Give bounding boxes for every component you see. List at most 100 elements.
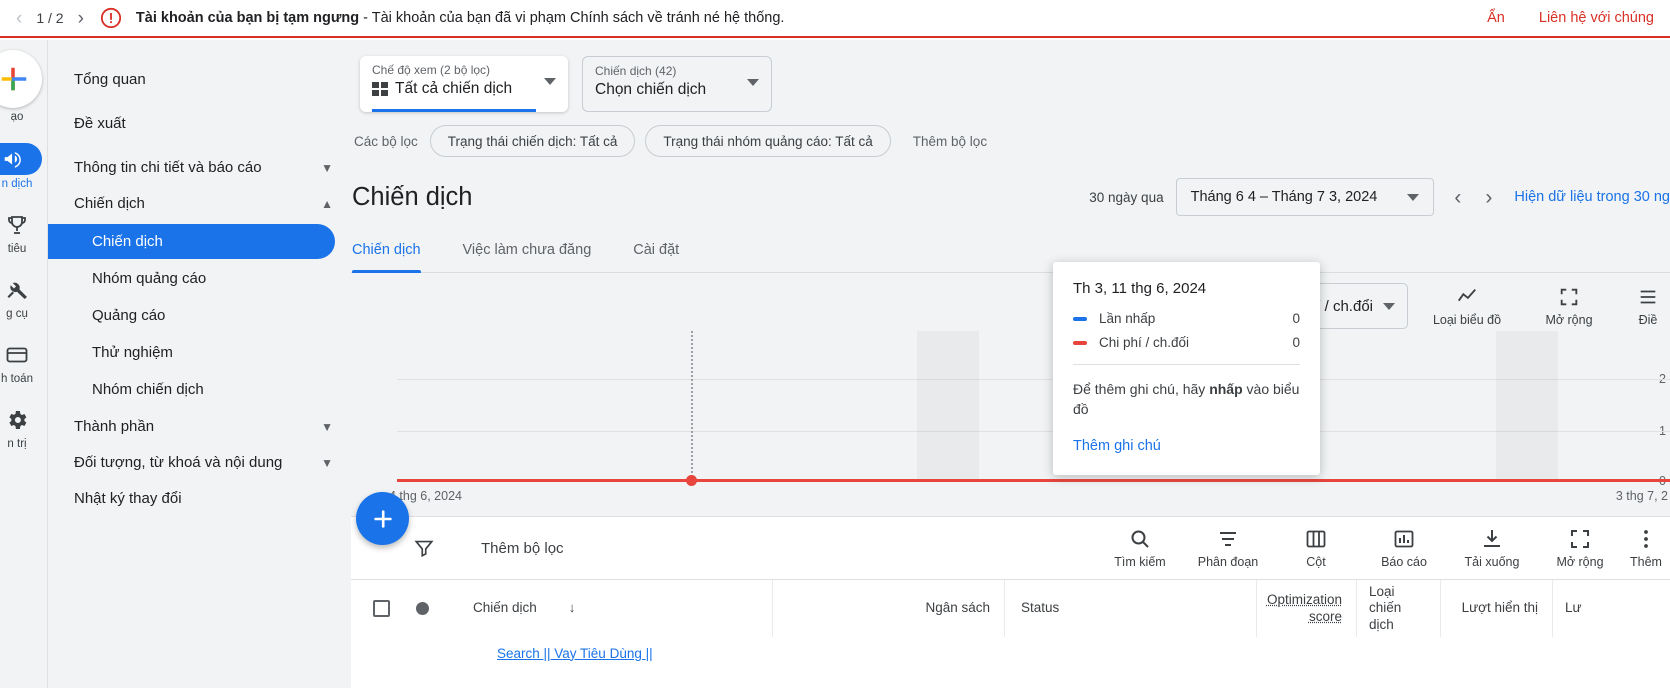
sidebar-item-ad-groups[interactable]: Nhóm quảng cáo [48,261,335,296]
chevron-right-icon[interactable]: › [78,9,84,28]
rail-label-create: ạo [10,111,24,123]
chart-expand-button[interactable]: Mở rộng [1526,286,1612,327]
campaigns-table-panel: Thêm bộ lọc Tìm kiếm Phân đoạn Cột Báo c… [351,516,1670,688]
sidebar-label-insights-reports: Thông tin chi tiết và báo cáo [74,158,262,176]
date-range-selector[interactable]: Tháng 6 4 – Tháng 7 3, 2024 [1175,178,1435,216]
th-campaign[interactable]: Chiến dịch ↓ [351,580,773,637]
chart-type-label: Loại biểu đồ [1432,312,1502,327]
rail-item-create[interactable]: ạo [0,50,47,123]
grid-icon [372,82,388,96]
campaign-selector[interactable]: Chiến dịch (42) Chọn chiến dịch [582,56,772,112]
chevron-down-icon: ▼ [321,455,333,470]
th-extra[interactable]: Lư [1553,580,1613,637]
th-impressions[interactable]: Lượt hiển thị [1441,580,1553,637]
sidebar-item-experiments[interactable]: Thử nghiệm [48,335,335,370]
google-plus-create-icon [0,50,42,108]
campaign-selector-value: Chọn chiến dịch [595,81,707,98]
sidebar-item-campaigns[interactable]: Chiến dịch [48,224,335,259]
rail-item-admin[interactable]: n trị [0,405,47,450]
campaigns-icon [0,143,42,175]
rail-item-goals[interactable]: tiêu [0,210,47,255]
table-tool-columns-label: Cột [1306,555,1326,569]
table-tool-columns[interactable]: Cột [1272,527,1360,569]
chart-hover-point[interactable] [686,475,697,486]
table-tool-more[interactable]: Thêm [1624,527,1668,569]
chevron-left-icon[interactable]: ‹ [16,9,22,28]
select-all-checkbox[interactable] [373,600,390,617]
sidebar-label-ad-groups: Nhóm quảng cáo [92,270,207,287]
th-budget[interactable]: Ngân sách [773,580,1005,637]
tooltip-hint-b: nhấp [1209,381,1243,397]
range-note: 30 ngày qua [1089,189,1164,205]
rail-label-billing: h toán [1,373,33,385]
sidebar-item-assets[interactable]: Thành phần ▼ [48,409,351,445]
sidebar-item-ads[interactable]: Quảng cáo [48,298,335,333]
tab-unposted-jobs[interactable]: Việc làm chưa đăng [463,232,608,272]
sidebar-item-change-history[interactable]: Nhật ký thay đổi [48,481,351,517]
th-impressions-label: Lượt hiển thị [1461,600,1538,616]
chart-type-button[interactable]: Loại biểu đồ [1424,286,1510,327]
sidebar-label-assets: Thành phần [74,417,155,435]
table-row[interactable]: Search || Vay Tiêu Dùng || [351,637,1670,669]
chip-adgroup-status[interactable]: Trạng thái nhóm quảng cáo: Tất cả [645,125,891,157]
table-tool-expand[interactable]: Mở rộng [1536,527,1624,569]
banner-contact-link[interactable]: Liên hệ với chúng [1539,10,1654,26]
show-data-link[interactable]: Hiện dữ liệu trong 30 ng [1514,189,1670,205]
date-range-value: Tháng 6 4 – Tháng 7 3, 2024 [1190,189,1378,205]
sidebar-item-campaign-groups[interactable]: Nhóm chiến dịch [48,372,335,407]
page-header: Chiến dịch 30 ngày qua Tháng 6 4 – Tháng… [351,178,1670,216]
table-cell-campaign-name[interactable]: Search || Vay Tiêu Dùng || [497,646,653,661]
view-selector[interactable]: Chế độ xem (2 bộ lọc) Tất cả chiến dịch [360,56,568,112]
tab-campaigns-label: Chiến dịch [352,242,421,258]
table-tool-report[interactable]: Báo cáo [1360,527,1448,569]
tooltip-add-note-link[interactable]: Thêm ghi chú [1073,438,1161,454]
banner-actions: Ẩn Liên hệ với chúng [1487,10,1654,26]
th-optimization-score[interactable]: Optimization score [1257,580,1357,637]
table-tool-download[interactable]: Tải xuống [1448,527,1536,569]
weekend-band-1 [917,331,979,481]
chart-adjust-button[interactable]: Điề [1628,286,1668,327]
x-axis-end-label: 3 thg 7, 2 [1615,489,1668,503]
tab-campaigns[interactable]: Chiến dịch [352,232,437,273]
table-toolbar: Thêm bộ lọc Tìm kiếm Phân đoạn Cột Báo c… [351,517,1670,579]
funnel-icon[interactable] [413,537,435,559]
left-icon-rail: ạo n dịch tiêu g cụ h toán n trị [0,40,48,688]
tooltip-label-clicks: Lần nhấp [1099,311,1156,326]
rail-item-tools[interactable]: g cụ [0,275,47,320]
th-campaign-type[interactable]: Loại chiến dịch [1357,580,1441,637]
chip-campaign-status[interactable]: Trạng thái chiến dịch: Tất cả [429,125,636,157]
th-optimization-score-label: Optimization score [1266,592,1342,624]
sidebar-item-campaigns-group[interactable]: Chiến dịch ▲ [48,186,351,222]
table-add-filter[interactable]: Thêm bộ lọc [481,540,564,557]
create-campaign-fab[interactable] [356,492,409,545]
chart-tooltip: Th 3, 11 thg 6, 2024 Lần nhấp 0 Chi phí … [1053,262,1320,475]
sidebar-item-overview[interactable]: Tổng quan [48,62,351,98]
table-tool-segment[interactable]: Phân đoạn [1184,527,1272,569]
tab-settings[interactable]: Cài đặt [633,232,695,272]
add-filter-link[interactable]: Thêm bộ lọc [913,134,987,149]
plus-icon [373,509,392,528]
view-selector-value-wrap: Tất cả chiến dịch [372,80,556,98]
date-prev-button[interactable]: ‹ [1454,187,1461,208]
th-status[interactable]: Status [1005,580,1257,637]
sidebar-item-insights-reports[interactable]: Thông tin chi tiết và báo cáo ▼ [48,150,351,186]
rail-item-billing[interactable]: h toán [0,340,47,385]
gridline-2 [397,379,1670,380]
table-tool-search[interactable]: Tìm kiếm [1096,527,1184,569]
rail-label-goals: tiêu [7,243,27,255]
tooltip-date: Th 3, 11 thg 6, 2024 [1073,280,1207,297]
th-campaign-label: Chiến dịch [473,600,537,616]
date-next-button[interactable]: › [1485,187,1492,208]
sidebar-item-audiences-keywords[interactable]: Đối tượng, từ khoá và nội dung ▼ [48,445,351,481]
main-content: Chế độ xem (2 bộ lọc) Tất cả chiến dịch … [351,40,1670,688]
table-tool-more-label: Thêm [1630,555,1662,569]
date-step-controls: ‹ › [1454,187,1492,208]
sidebar-label-overview: Tổng quan [74,70,146,88]
table-header-row: Chiến dịch ↓ Ngân sách Status Optimizati… [351,579,1670,637]
sidebar-item-recommendations[interactable]: Đề xuất [48,106,351,142]
rail-item-campaigns[interactable]: n dịch [0,143,47,190]
banner-pagination: ‹ 1 / 2 › [16,9,84,28]
page-title: Chiến dịch [352,182,473,211]
banner-hide-button[interactable]: Ẩn [1487,10,1505,26]
view-selector-value: Tất cả chiến dịch [395,80,513,97]
